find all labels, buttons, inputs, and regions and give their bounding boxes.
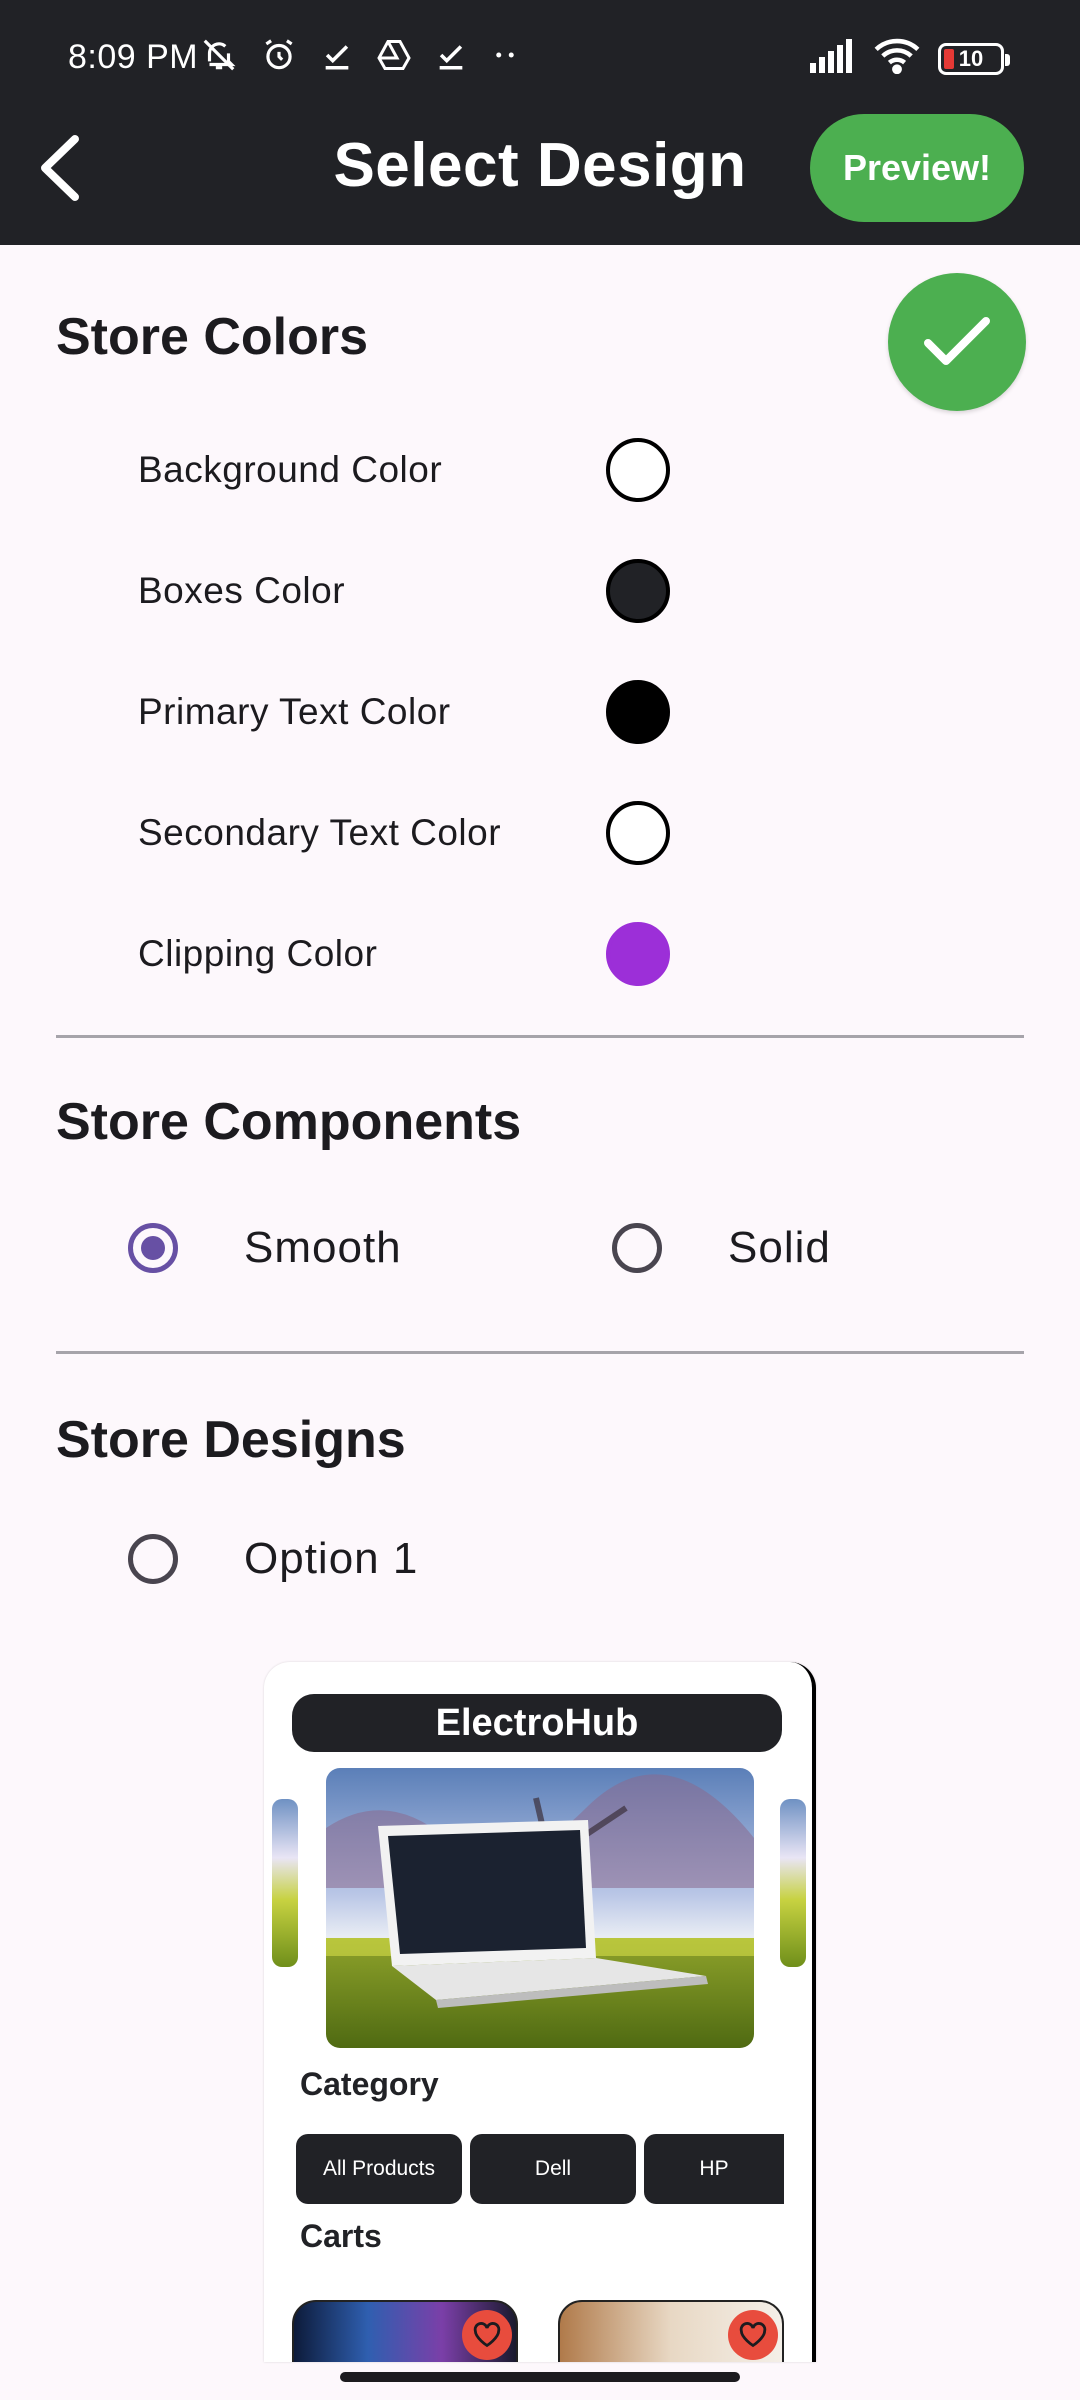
home-indicator[interactable] xyxy=(340,2372,740,2382)
preview-store-name: ElectroHub xyxy=(292,1694,782,1752)
color-label: Background Color xyxy=(138,449,443,490)
checkmark-icon xyxy=(924,317,990,365)
select-design-screen: 8:09 PM 10 Select Design Preview! Store … xyxy=(0,0,1080,2400)
color-label: Boxes Color xyxy=(138,570,346,611)
drive-icon xyxy=(376,37,412,73)
status-icons-right: 10 xyxy=(810,38,1010,79)
radio-label: Solid xyxy=(728,1223,831,1272)
color-row-clipping[interactable]: Clipping Color xyxy=(138,914,698,994)
radio-label: Option 1 xyxy=(244,1534,419,1583)
color-label: Secondary Text Color xyxy=(138,812,502,853)
preview-chip-dell: Dell xyxy=(470,2134,636,2204)
store-components-title: Store Components xyxy=(56,1093,522,1151)
store-colors-title: Store Colors xyxy=(56,308,369,366)
signal-icon xyxy=(810,39,856,78)
preview-hero-image xyxy=(326,1768,754,2048)
check-icon xyxy=(320,38,354,72)
heart-icon xyxy=(728,2310,778,2360)
color-label: Clipping Color xyxy=(138,933,378,974)
bell-off-icon xyxy=(200,36,238,74)
battery-icon: 10 xyxy=(938,42,1010,75)
preview-cart-item xyxy=(558,2300,784,2362)
radio-label: Smooth xyxy=(244,1223,402,1272)
radio-button-selected[interactable] xyxy=(128,1223,178,1273)
design-option-1[interactable]: Option 1 xyxy=(128,1534,418,1584)
secondary-text-color-swatch[interactable] xyxy=(606,801,670,865)
preview-chip-hp: HP xyxy=(644,2134,784,2204)
design-preview-card[interactable]: ElectroHub Category All Products Dell HP… xyxy=(264,1662,816,2362)
store-designs-title: Store Designs xyxy=(56,1411,406,1469)
alarm-icon xyxy=(260,36,298,74)
heart-icon xyxy=(462,2310,512,2360)
color-label: Primary Text Color xyxy=(138,691,451,732)
preview-button[interactable]: Preview! xyxy=(810,114,1024,222)
wifi-icon xyxy=(874,38,920,79)
battery-level: 10 xyxy=(958,45,984,71)
check-icon xyxy=(434,38,468,72)
status-icons-left xyxy=(200,36,520,74)
color-row-background[interactable]: Background Color xyxy=(138,430,698,510)
status-time: 8:09 PM xyxy=(68,38,199,76)
color-row-boxes[interactable]: Boxes Color xyxy=(138,551,698,631)
carousel-next-slide xyxy=(780,1799,806,1967)
confirm-button[interactable] xyxy=(888,273,1026,411)
preview-cart-item xyxy=(292,2300,518,2362)
boxes-color-swatch[interactable] xyxy=(606,559,670,623)
preview-category-heading: Category xyxy=(300,2066,439,2102)
component-option-smooth[interactable]: Smooth xyxy=(128,1223,402,1273)
primary-text-color-swatch[interactable] xyxy=(606,680,670,744)
preview-carts-heading: Carts xyxy=(300,2218,382,2254)
section-divider xyxy=(56,1035,1024,1038)
radio-button[interactable] xyxy=(128,1534,178,1584)
radio-button[interactable] xyxy=(612,1223,662,1273)
color-row-secondary-text[interactable]: Secondary Text Color xyxy=(138,793,698,873)
more-dots-icon xyxy=(490,40,520,70)
clipping-color-swatch[interactable] xyxy=(606,922,670,986)
carousel-prev-slide xyxy=(272,1799,298,1967)
top-app-bar: 8:09 PM 10 Select Design Preview! xyxy=(0,0,1080,245)
component-option-solid[interactable]: Solid xyxy=(612,1223,831,1273)
preview-chip-all-products: All Products xyxy=(296,2134,462,2204)
background-color-swatch[interactable] xyxy=(606,438,670,502)
section-divider xyxy=(56,1351,1024,1354)
color-row-primary-text[interactable]: Primary Text Color xyxy=(138,672,698,752)
